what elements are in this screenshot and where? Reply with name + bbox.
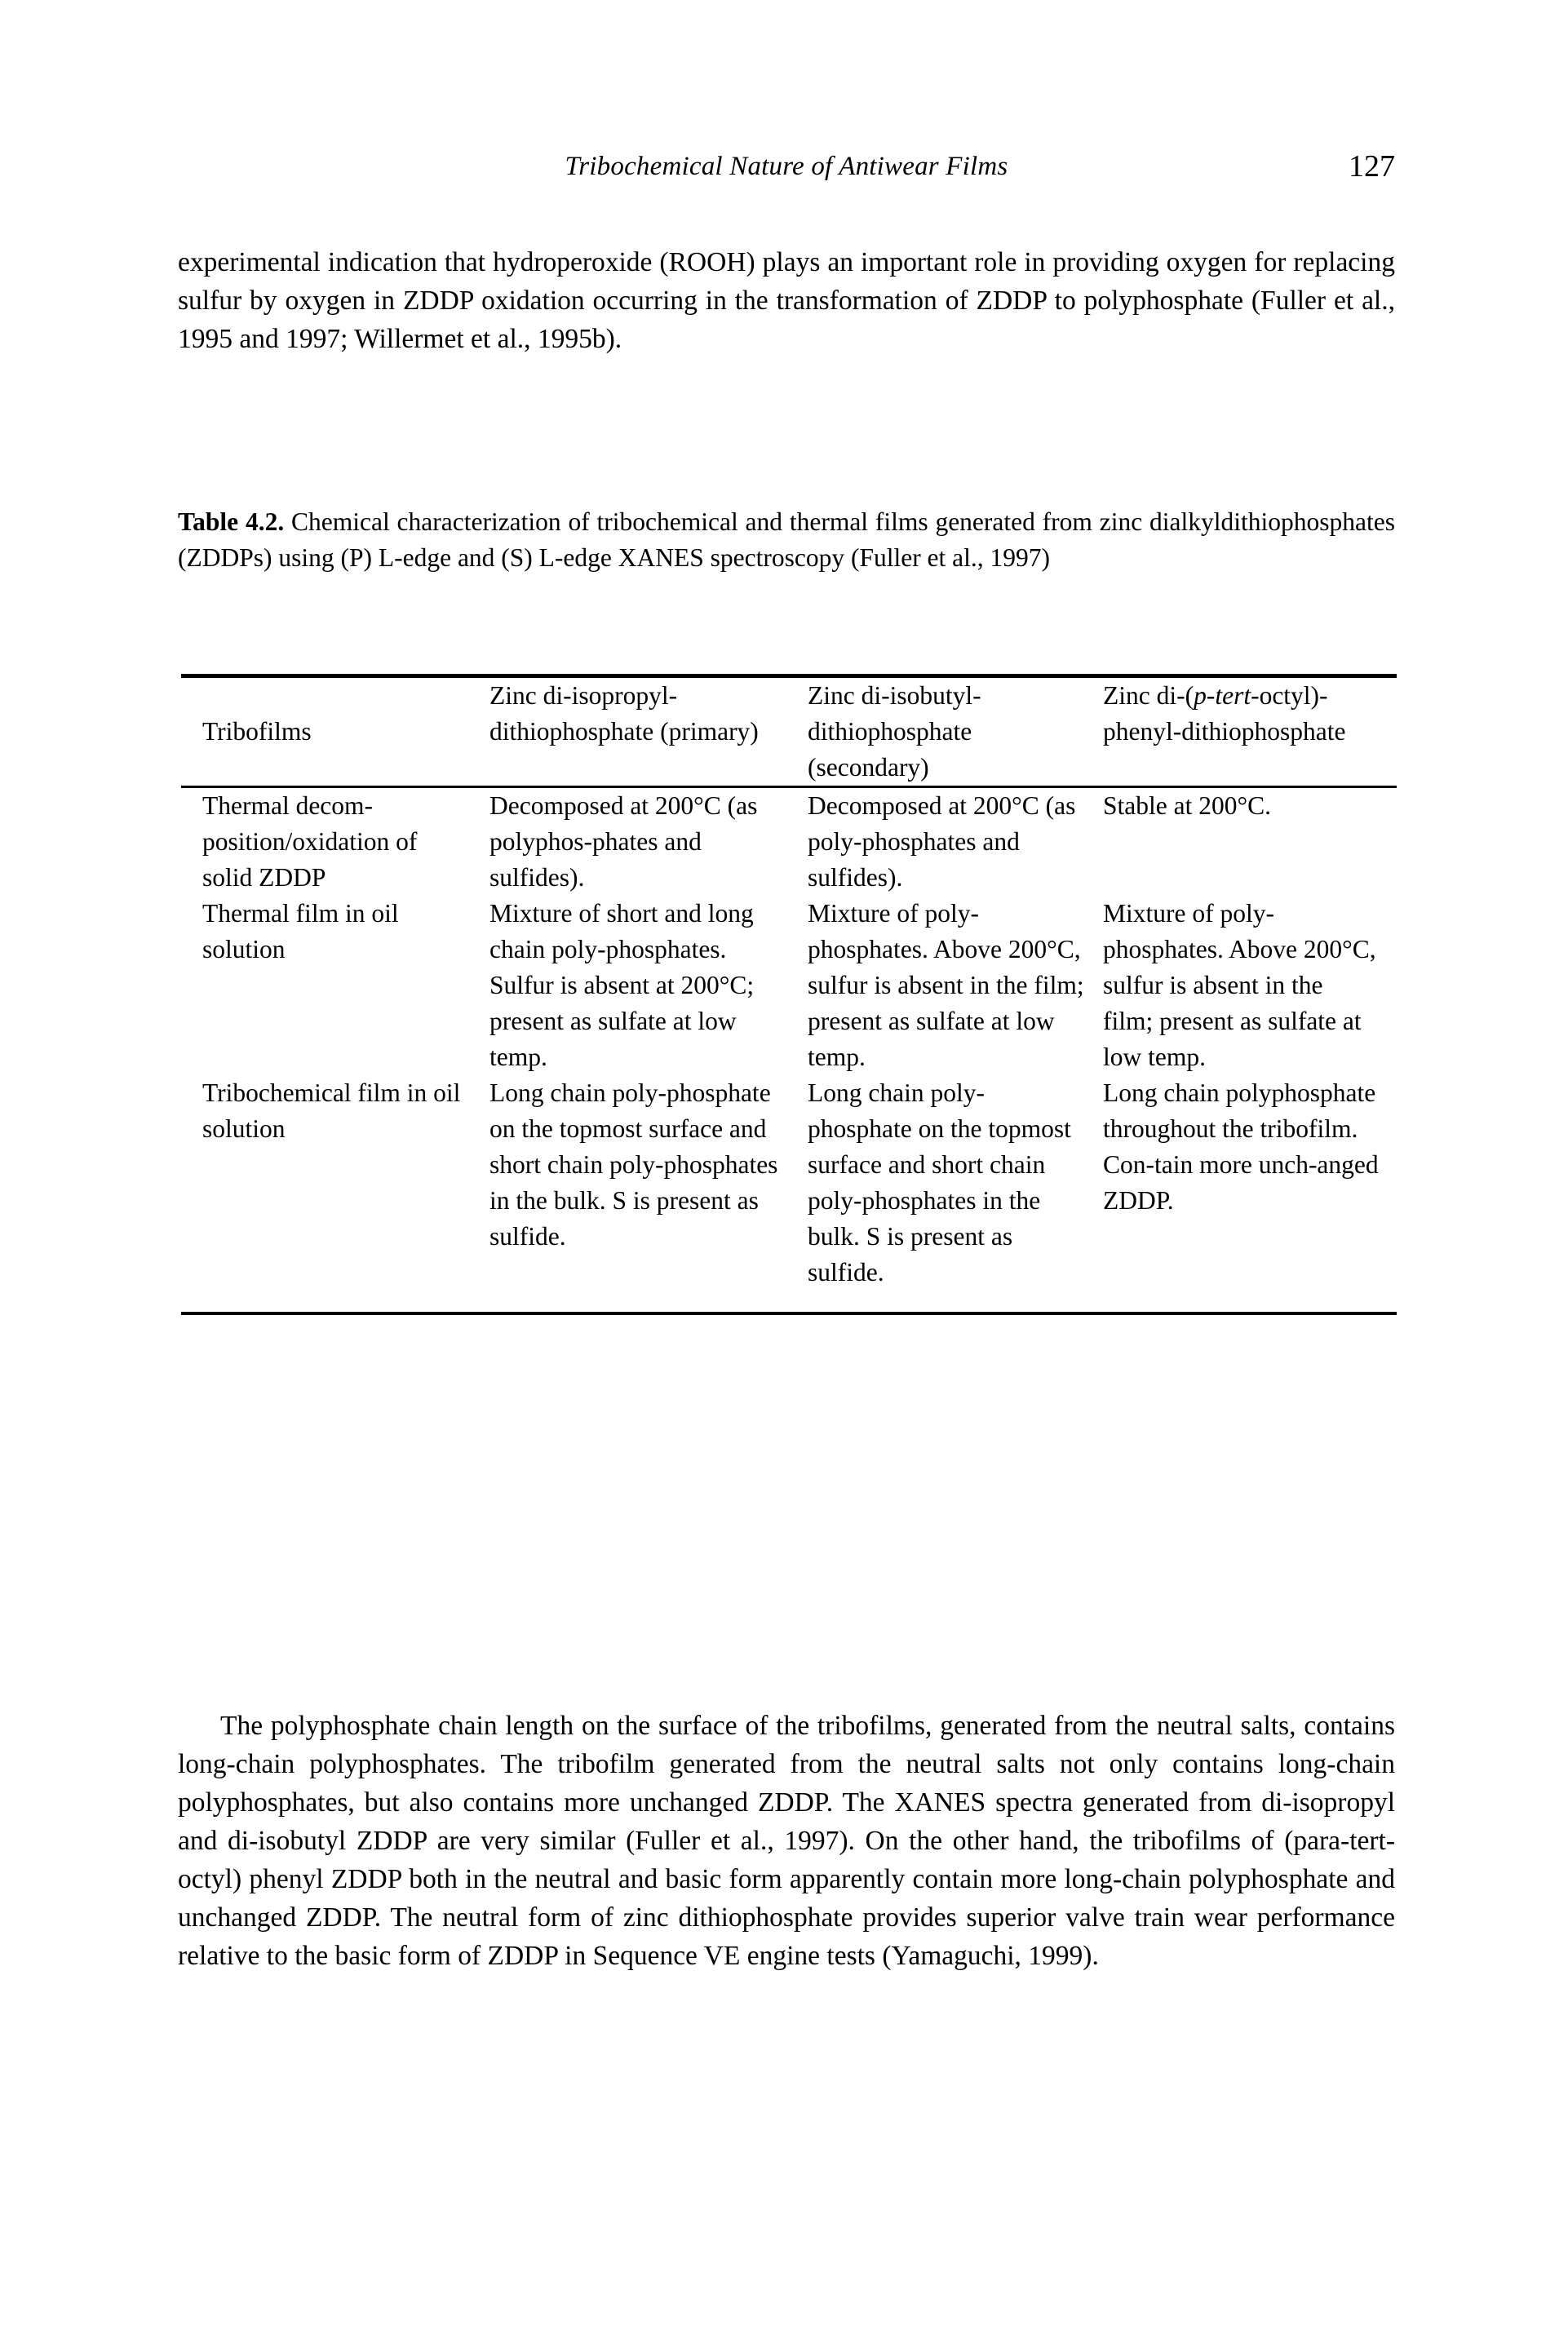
- table-row: Thermal decom-position/oxidation of soli…: [181, 788, 1397, 896]
- paragraph-top-text: experimental indication that hydroperoxi…: [178, 247, 1395, 354]
- row-label: Thermal film in oil solution: [202, 899, 399, 963]
- table-caption-text: Chemical characterization of tribochemic…: [178, 507, 1395, 572]
- paragraph-top: experimental indication that hydroperoxi…: [178, 243, 1395, 358]
- cell-value: Long chain polyphosphate throughout the …: [1103, 1078, 1379, 1215]
- running-head-title: Tribochemical Nature of Antiwear Films: [565, 152, 1008, 181]
- table-header-cell-di-isobutyl: Zinc di-isobutyl-dithiophosphate (second…: [808, 678, 1103, 786]
- cell-value: Decomposed at 200°C (as polyphos-phates …: [489, 791, 758, 892]
- cell-value: Mixture of poly-phosphates. Above 200°C,…: [1103, 899, 1376, 1071]
- table-row: Thermal film in oil solution Mixture of …: [181, 896, 1397, 1075]
- table-header-label-4-italic: p-tert: [1194, 681, 1251, 710]
- cell-value: Mixture of poly-phosphates. Above 200°C,…: [808, 899, 1084, 1071]
- table-caption: Table 4.2. Chemical characterization of …: [178, 504, 1395, 576]
- row-label: Thermal decom-position/oxidation of soli…: [202, 791, 418, 892]
- table-data-rows: Thermal decom-position/oxidation of soli…: [181, 788, 1397, 1312]
- table-header-label-1: Tribofilms: [202, 717, 312, 746]
- table-cell-di-isopropyl: Mixture of short and long chain poly-pho…: [489, 896, 808, 1075]
- table-cell-p-tert-octyl: Long chain polyphosphate throughout the …: [1103, 1075, 1397, 1312]
- table-header-cell-di-isopropyl: Zinc di-isopropyl-dithiophosphate (prima…: [489, 678, 808, 786]
- table-header-label-4a: Zinc di-(: [1103, 681, 1194, 710]
- paragraph-bottom: The polyphosphate chain length on the su…: [178, 1707, 1395, 1975]
- running-head: Tribochemical Nature of Antiwear Films 1…: [178, 149, 1395, 184]
- table-cell-di-isopropyl: Long chain poly-phosphate on the topmost…: [489, 1075, 808, 1312]
- table-header-label-3: Zinc di-isobutyl-dithiophosphate (second…: [808, 681, 981, 782]
- table-row: Tribochemical film in oil solution Long …: [181, 1075, 1397, 1312]
- table-header-label-2: Zinc di-isopropyl-dithiophosphate (prima…: [489, 681, 759, 746]
- document-page: Tribochemical Nature of Antiwear Films 1…: [0, 0, 1568, 2325]
- cell-value: Stable at 200°C.: [1103, 791, 1271, 820]
- table-cell-p-tert-octyl: Mixture of poly-phosphates. Above 200°C,…: [1103, 896, 1397, 1075]
- table-rule-bottom: [181, 1312, 1397, 1315]
- table-cell-di-isopropyl: Decomposed at 200°C (as polyphos-phates …: [489, 788, 808, 896]
- row-label: Tribochemical film in oil solution: [202, 1078, 461, 1143]
- table-header-cell-tribofilms: Tribofilms: [181, 678, 489, 786]
- table-cell-di-isobutyl: Long chain poly-phosphate on the topmost…: [808, 1075, 1103, 1312]
- table-header-row: Tribofilms Zinc di-isopropyl-dithiophosp…: [181, 678, 1397, 786]
- page-number: 127: [1349, 149, 1395, 184]
- table-cell-row-label: Tribochemical film in oil solution: [181, 1075, 489, 1312]
- cell-value: Decomposed at 200°C (as poly-phosphates …: [808, 791, 1076, 892]
- table-cell-di-isobutyl: Mixture of poly-phosphates. Above 200°C,…: [808, 896, 1103, 1075]
- table-caption-label: Table 4.2.: [178, 507, 285, 536]
- table-4-2: Tribofilms Zinc di-isopropyl-dithiophosp…: [181, 674, 1397, 1315]
- paragraph-bottom-text: The polyphosphate chain length on the su…: [178, 1711, 1395, 1971]
- cell-value: Long chain poly-phosphate on the topmost…: [489, 1078, 778, 1251]
- table-cell-row-label: Thermal decom-position/oxidation of soli…: [181, 788, 489, 896]
- table-cell-p-tert-octyl: Stable at 200°C.: [1103, 788, 1397, 896]
- cell-value: Long chain poly-phosphate on the topmost…: [808, 1078, 1071, 1286]
- table-cell-di-isobutyl: Decomposed at 200°C (as poly-phosphates …: [808, 788, 1103, 896]
- table-cell-row-label: Thermal film in oil solution: [181, 896, 489, 1075]
- table-header-cell-p-tert-octyl: Zinc di-(p-tert-octyl)-phenyl-dithiophos…: [1103, 678, 1397, 786]
- table-body: Tribofilms Zinc di-isopropyl-dithiophosp…: [181, 678, 1397, 786]
- cell-value: Mixture of short and long chain poly-pho…: [489, 899, 755, 1071]
